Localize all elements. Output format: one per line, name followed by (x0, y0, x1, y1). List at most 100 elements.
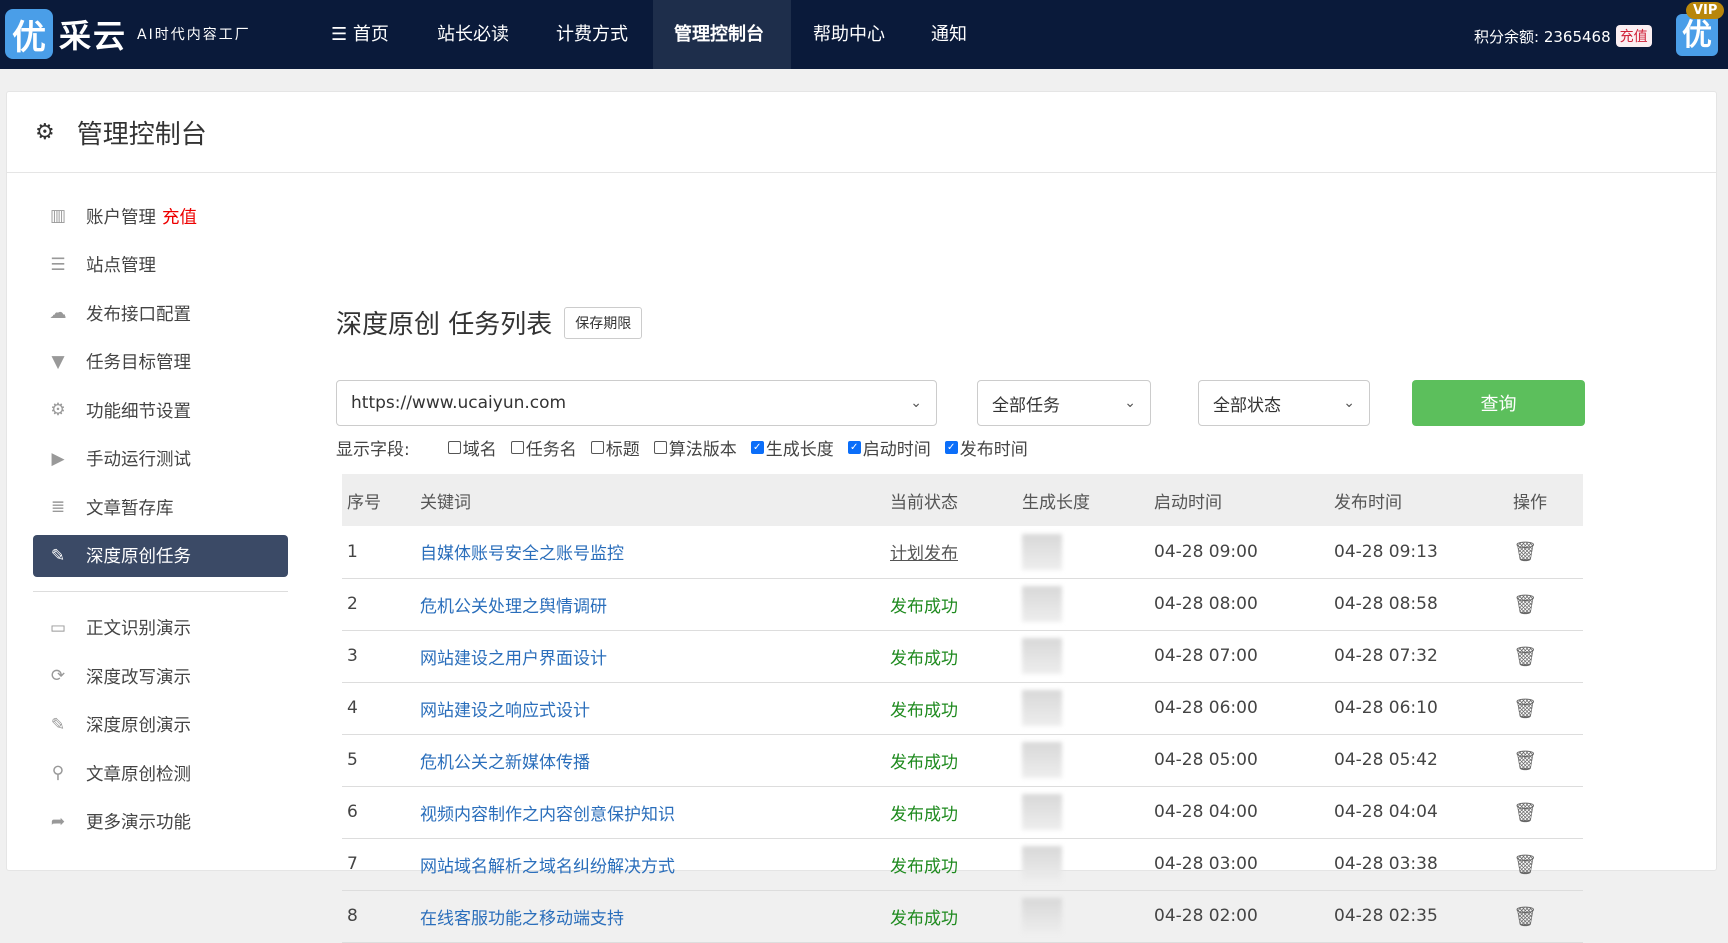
sidebar-item-task-targets[interactable]: ▼ 任务目标管理 (33, 338, 288, 387)
nav-guide[interactable]: 站长必读 (416, 0, 530, 69)
row-keyword: 在线客服功能之移动端支持 (415, 890, 885, 943)
keyword-link[interactable]: 危机公关之新媒体传播 (420, 753, 590, 773)
sidebar-item-sites[interactable]: ☰ 站点管理 (33, 241, 288, 290)
trash-icon[interactable]: 🗑 (1513, 802, 1537, 824)
keyword-link[interactable]: 危机公关处理之舆情调研 (420, 597, 607, 617)
row-actions: 🗑 (1508, 682, 1583, 735)
row-start-time: 04-28 02:00 (1149, 890, 1329, 943)
row-publish-time: 04-28 03:38 (1329, 838, 1508, 891)
keyword-link[interactable]: 网站建设之用户界面设计 (420, 649, 607, 669)
col-keyword: 关键词 (415, 474, 885, 526)
logo[interactable]: 优 采云 AI时代内容工厂 (5, 9, 251, 59)
nav-notice[interactable]: 通知 (910, 0, 988, 69)
keyword-link[interactable]: 自媒体账号安全之账号监控 (420, 544, 624, 564)
row-status: 发布成功 (885, 838, 1017, 891)
col-actions: 操作 (1508, 474, 1583, 526)
checkbox-unchecked[interactable] (590, 441, 604, 454)
nav-help[interactable]: 帮助中心 (792, 0, 906, 69)
status-text[interactable]: 计划发布 (890, 544, 958, 564)
row-start-time: 04-28 04:00 (1149, 786, 1329, 839)
sidebar-item-rewrite-demo[interactable]: ⟳ 深度改写演示 (33, 652, 288, 701)
sidebar-item-settings[interactable]: ⚙ 功能细节设置 (33, 386, 288, 435)
row-keyword: 视频内容制作之内容创意保护知识 (415, 786, 885, 839)
retention-button[interactable]: 保存期限 (564, 306, 643, 339)
field-checkbox[interactable]: ✓ 启动时间 (847, 435, 931, 460)
trash-icon[interactable]: 🗑 (1513, 594, 1537, 616)
row-publish-time: 04-28 06:10 (1329, 682, 1508, 735)
table-row: 8 在线客服功能之移动端支持 发布成功 04-28 02:00 04-28 02:35 🗑 (342, 890, 1583, 943)
field-checkbox[interactable]: ✓ 生成长度 (750, 435, 834, 460)
chevron-down-icon: ⌄ (910, 395, 922, 411)
row-status: 发布成功 (885, 682, 1017, 735)
sidebar-item-label: 正文识别演示 (86, 619, 191, 640)
checkbox-checked[interactable]: ✓ (847, 441, 861, 454)
task-select[interactable]: 全部任务 ⌄ (977, 380, 1151, 426)
col-length: 生成长度 (1017, 474, 1149, 526)
query-button[interactable]: 查询 (1412, 380, 1585, 426)
field-checkbox[interactable]: 域名 (447, 435, 497, 460)
keyword-link[interactable]: 网站建设之响应式设计 (420, 701, 590, 721)
sidebar-item-article-store[interactable]: ≣ 文章暂存库 (33, 483, 288, 532)
sidebar-item-original-demo[interactable]: ✎ 深度原创演示 (33, 701, 288, 750)
points-balance: 积分余额: 2365468 充值 (1474, 25, 1652, 47)
sidebar-divider (33, 590, 288, 592)
sidebar-item-text-extract-demo[interactable]: ▭ 正文识别演示 (33, 604, 288, 653)
status-text: 发布成功 (890, 596, 958, 617)
table-row: 3 网站建设之用户界面设计 发布成功 04-28 07:00 04-28 07:32 🗑 (342, 630, 1583, 683)
row-actions: 🗑 (1508, 890, 1583, 943)
gear-icon: ⚙ (35, 119, 55, 145)
recharge-button[interactable]: 充值 (1615, 25, 1652, 47)
table-row: 4 网站建设之响应式设计 发布成功 04-28 06:00 04-28 06:10 🗑 (342, 682, 1583, 735)
sidebar-item-manual-test[interactable]: ▶ 手动运行测试 (33, 435, 288, 484)
table-header: 序号 关键词 当前状态 生成长度 启动时间 发布时间 操作 (342, 474, 1583, 526)
edit-icon: ✎ (50, 545, 66, 566)
trash-icon[interactable]: 🗑 (1513, 854, 1537, 876)
nav-console[interactable]: 管理控制台 (653, 0, 791, 69)
keyword-link[interactable]: 在线客服功能之移动端支持 (420, 909, 624, 929)
status-select[interactable]: 全部状态 ⌄ (1198, 380, 1370, 426)
checkbox-unchecked[interactable] (510, 441, 524, 454)
trash-icon[interactable]: 🗑 (1513, 541, 1537, 563)
row-start-time: 04-28 08:00 (1149, 578, 1329, 631)
checkbox-checked[interactable]: ✓ (750, 441, 764, 454)
field-checkbox[interactable]: 任务名 (510, 435, 577, 460)
checkbox-unchecked[interactable] (447, 441, 461, 454)
sidebar-item-account[interactable]: ▥ 账户管理 充值 (33, 192, 288, 241)
checkbox-unchecked[interactable] (653, 441, 667, 454)
nav-home[interactable]: ☰ 首页 (310, 0, 410, 69)
trash-icon[interactable]: 🗑 (1513, 698, 1537, 720)
keyword-link[interactable]: 网站域名解析之域名纠纷解决方式 (420, 857, 675, 877)
sidebar-item-publish-api[interactable]: ☁ 发布接口配置 (33, 289, 288, 338)
panel-header: ⚙ 管理控制台 (7, 92, 1716, 173)
field-label: 任务名 (525, 440, 577, 460)
keyword-link[interactable]: 视频内容制作之内容创意保护知识 (420, 805, 675, 825)
field-checkbox[interactable]: 标题 (590, 435, 640, 460)
trash-icon[interactable]: 🗑 (1513, 646, 1537, 668)
status-text: 发布成功 (890, 856, 958, 877)
nav-pricing[interactable]: 计费方式 (535, 0, 649, 69)
blurred-length (1022, 898, 1062, 934)
row-publish-time: 04-28 05:42 (1329, 734, 1508, 787)
user-avatar[interactable]: 优 (1676, 14, 1718, 56)
checkbox-checked[interactable]: ✓ (944, 441, 958, 454)
trash-icon[interactable]: 🗑 (1513, 906, 1537, 928)
recharge-link[interactable]: 充值 (162, 204, 197, 229)
trash-icon[interactable]: 🗑 (1513, 750, 1537, 772)
sidebar-item-originality-check[interactable]: ⚲ 文章原创检测 (33, 749, 288, 798)
sidebar-item-label: 手动运行测试 (86, 450, 191, 471)
gears-icon: ⚙ (50, 400, 66, 421)
site-select[interactable]: https://www.ucaiyun.com ⌄ (336, 380, 937, 426)
field-checkbox[interactable]: ✓ 发布时间 (944, 435, 1028, 460)
col-publish-time: 发布时间 (1329, 474, 1508, 526)
sidebar-item-more-demos[interactable]: ➦ 更多演示功能 (33, 798, 288, 847)
col-no: 序号 (342, 474, 415, 526)
brand-slogan: AI时代内容工厂 (137, 27, 251, 43)
field-label: 发布时间 (959, 440, 1028, 460)
status-text: 发布成功 (890, 908, 958, 929)
field-checkbox[interactable]: 算法版本 (653, 435, 737, 460)
chevron-down-icon: ⌄ (1124, 395, 1136, 411)
row-start-time: 04-28 05:00 (1149, 734, 1329, 787)
row-no: 7 (342, 838, 415, 891)
row-length (1017, 890, 1149, 943)
sidebar-item-deep-original-tasks[interactable]: ✎ 深度原创任务 (33, 534, 288, 577)
